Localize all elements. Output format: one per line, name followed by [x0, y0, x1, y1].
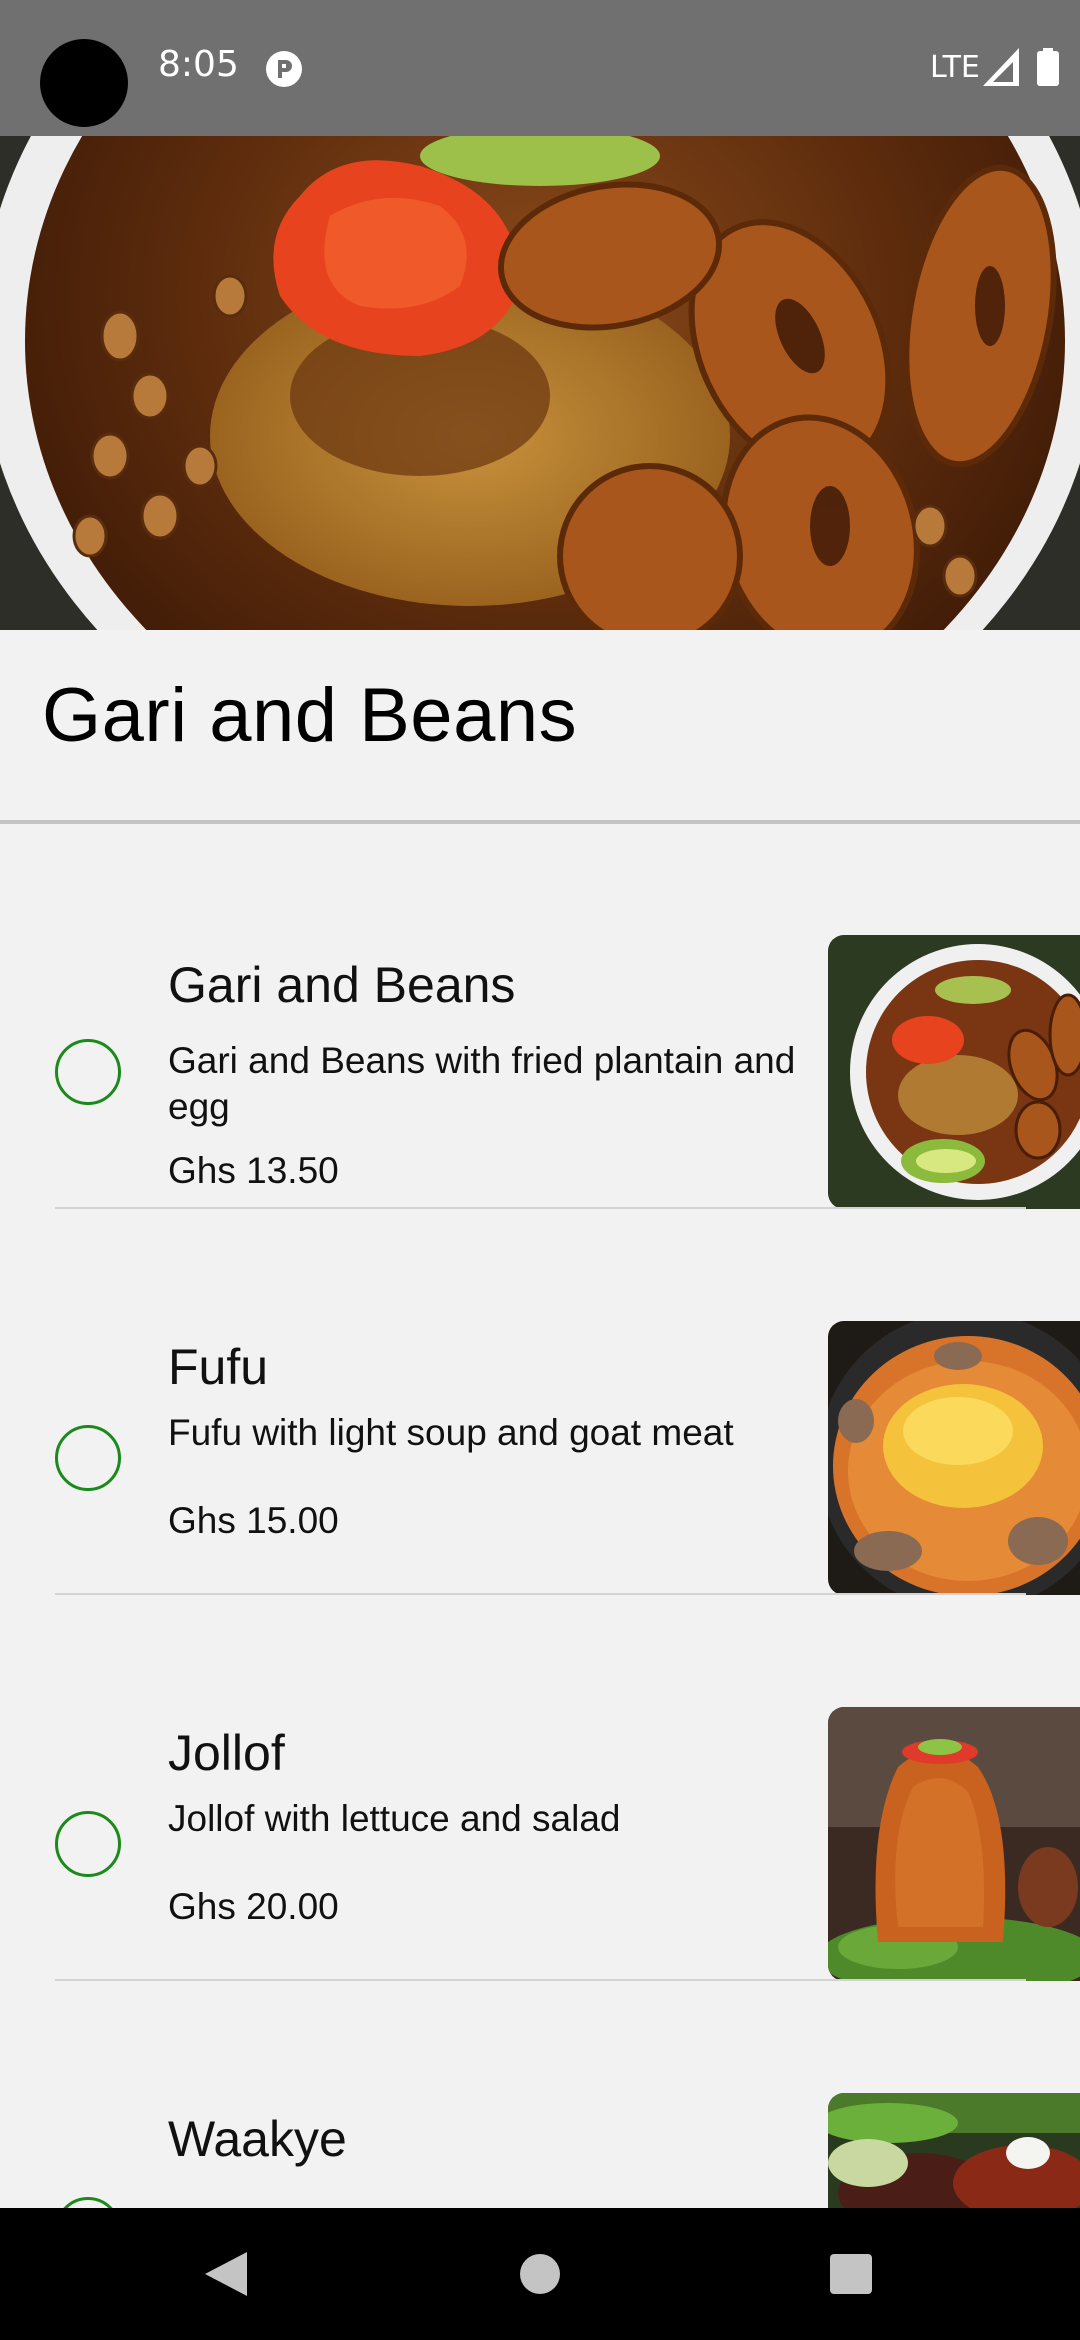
jollof-photo [828, 1707, 1080, 1981]
fufu-photo [828, 1321, 1080, 1595]
camera-cutout [40, 39, 128, 127]
item-divider [55, 1207, 1026, 1209]
item-description: Fufu with light soup and goat meat [168, 1412, 734, 1453]
signal-icon [983, 48, 1019, 86]
waakye-photo [828, 2093, 1080, 2208]
gari-and-beans-photo [828, 935, 1080, 1209]
item-description: Jollof with lettuce and salad [168, 1798, 621, 1839]
status-time: 8:05 [158, 44, 239, 85]
menu-item-jollof[interactable]: Jollof Jollof with lettuce and salad Ghs… [0, 1596, 1080, 1982]
recents-icon[interactable] [830, 2254, 872, 2294]
network-type-label: LTE [930, 50, 980, 85]
battery-icon [1037, 48, 1059, 86]
navigation-bar [0, 2208, 1080, 2340]
item-divider [55, 1979, 1026, 1981]
home-icon[interactable] [520, 2254, 560, 2294]
menu-item-gari-and-beans[interactable]: Gari and Beans Gari and Beans with fried… [0, 824, 1080, 1210]
item-description: Gari and Beans with fried plantain and e… [168, 1040, 796, 1127]
select-radio-button[interactable] [55, 1811, 121, 1877]
item-name: Waakye [168, 2111, 347, 2167]
hero-food-image [0, 136, 1080, 630]
item-price: Ghs 15.00 [168, 1500, 339, 1541]
status-bar: 8:05 LTE [0, 0, 1080, 136]
item-divider [55, 1593, 1026, 1595]
select-radio-button[interactable] [55, 2197, 121, 2208]
select-radio-button[interactable] [55, 1039, 121, 1105]
item-name: Jollof [168, 1725, 285, 1781]
menu-item-fufu[interactable]: Fufu Fufu with light soup and goat meat … [0, 1210, 1080, 1596]
app-screen: 8:05 LTE Gari and Beans Gari and Beans G… [0, 0, 1080, 2340]
back-icon[interactable] [205, 2252, 247, 2296]
pocket-casts-icon [266, 51, 302, 87]
item-price: Ghs 13.50 [168, 1150, 339, 1191]
select-radio-button[interactable] [55, 1425, 121, 1491]
page-title: Gari and Beans [42, 673, 578, 758]
item-name: Gari and Beans [168, 957, 516, 1013]
item-price: Ghs 20.00 [168, 1886, 339, 1927]
menu-item-waakye[interactable]: Waakye [0, 1982, 1080, 2208]
menu-list[interactable]: Gari and Beans Gari and Beans with fried… [0, 824, 1080, 2208]
item-name: Fufu [168, 1339, 269, 1395]
